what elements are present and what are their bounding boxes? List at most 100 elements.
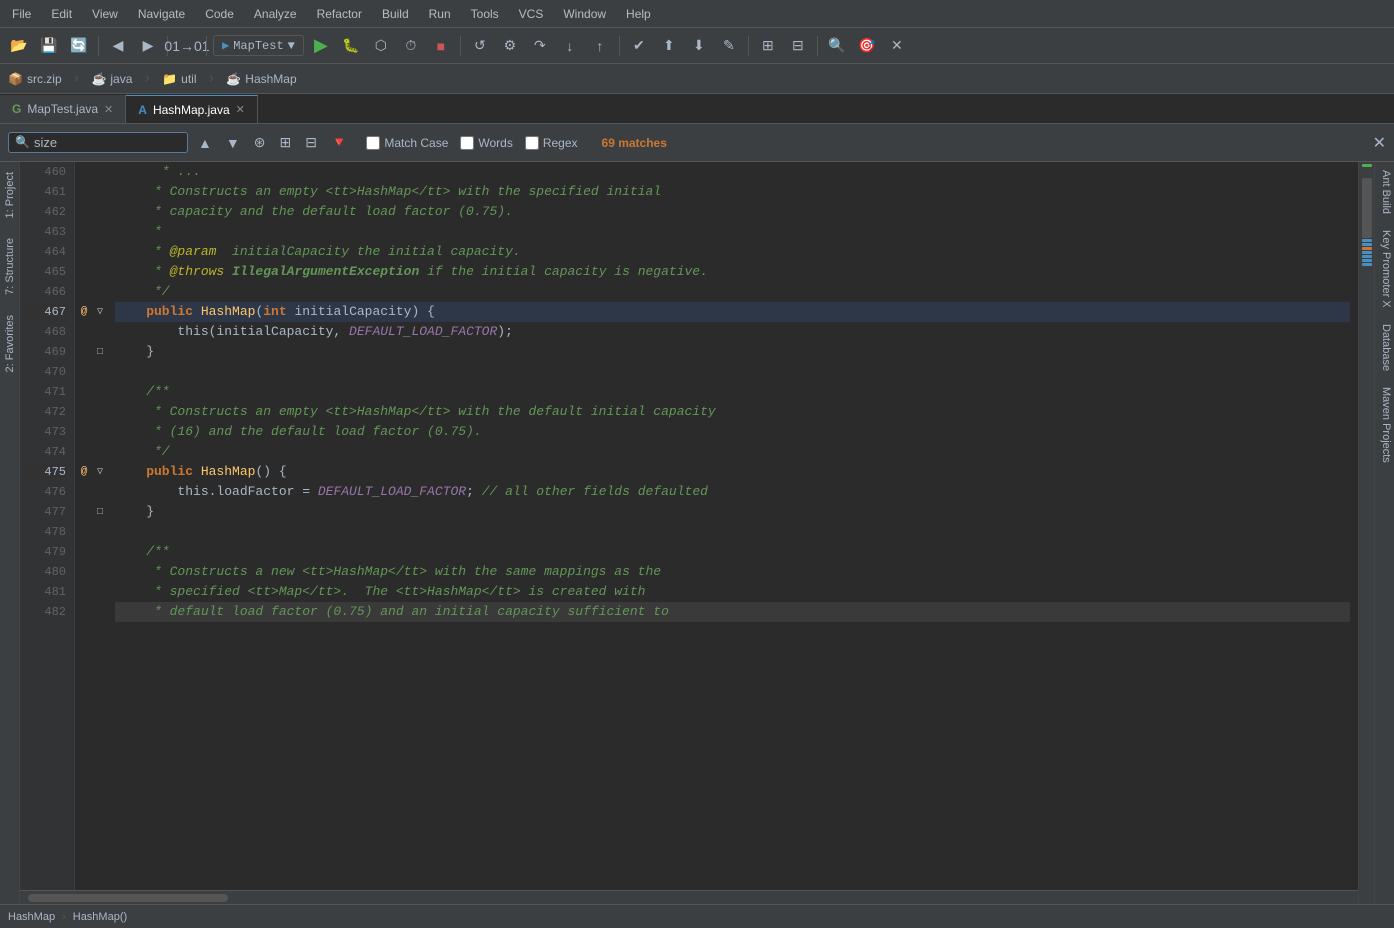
tab-hashmap-icon: A <box>138 103 147 117</box>
menu-item-analyze[interactable]: Analyze <box>250 5 301 23</box>
bottom-hashmap-method[interactable]: HashMap() <box>73 911 127 923</box>
rerun-button[interactable]: ↺ <box>467 33 493 59</box>
step-into-button[interactable]: ↓ <box>557 33 583 59</box>
menu-item-build[interactable]: Build <box>378 5 413 23</box>
open-button[interactable]: 📂 <box>6 33 32 59</box>
menu-item-view[interactable]: View <box>88 5 122 23</box>
back-button[interactable]: ◀ <box>105 33 131 59</box>
step-over-button[interactable]: ↷ <box>527 33 553 59</box>
code-468-factor: DEFAULT_LOAD_FACTOR <box>349 322 497 342</box>
breadcrumb-util[interactable]: 📁 util <box>162 72 196 86</box>
fold-466 <box>93 282 107 302</box>
menu-item-edit[interactable]: Edit <box>47 5 76 23</box>
hierarchy-button[interactable]: ⊟ <box>785 33 811 59</box>
filter-button[interactable]: 🔻 <box>327 132 352 153</box>
menu-item-code[interactable]: Code <box>201 5 238 23</box>
match-case-checkbox[interactable] <box>366 136 380 150</box>
fold-471 <box>93 382 107 402</box>
build-counter-button[interactable]: 01→01 <box>174 33 200 59</box>
run-button[interactable]: ▶ <box>308 33 334 59</box>
tab-maptest-close[interactable]: ✕ <box>104 103 113 116</box>
breadcrumb-arrow-2: › <box>143 71 151 86</box>
breadcrumb-srczip[interactable]: 📦 src.zip <box>8 72 62 86</box>
words-checkbox[interactable] <box>460 136 474 150</box>
sidebar-favorites-label[interactable]: 2: Favorites <box>2 305 18 382</box>
line-num-462: 462 <box>24 202 66 222</box>
run-config-selector[interactable]: ▶ MapTest ▼ <box>213 35 304 56</box>
menu-item-run[interactable]: Run <box>425 5 455 23</box>
vertical-scrollbar[interactable] <box>1358 162 1374 904</box>
menu-bar: File Edit View Navigate Code Analyze Ref… <box>0 0 1394 28</box>
rollback-button[interactable]: ⬇ <box>686 33 712 59</box>
sync-button[interactable]: 🔄 <box>66 33 92 59</box>
sidebar-structure-label[interactable]: 7: Structure <box>2 228 18 305</box>
code-465-exc: IllegalArgumentException <box>232 262 419 282</box>
target-button[interactable]: 🎯 <box>854 33 880 59</box>
code-line-461: * Constructs an empty <tt>HashMap</tt> w… <box>115 182 1350 202</box>
regex-option[interactable]: Regex <box>525 136 578 150</box>
menu-item-window[interactable]: Window <box>559 5 610 23</box>
toggle-button-2[interactable]: ⊟ <box>301 132 321 153</box>
toggle-button-1[interactable]: ⊞ <box>275 132 295 153</box>
find-all-button[interactable]: ⊛ <box>250 132 270 153</box>
right-panel-maven[interactable]: Maven Projects <box>1375 379 1394 471</box>
scrollbar-thumb-h[interactable] <box>28 894 228 902</box>
fold-480 <box>93 562 107 582</box>
code-line-472: * Constructs an empty <tt>HashMap</tt> w… <box>115 402 1350 422</box>
close-all-button[interactable]: ✕ <box>884 33 910 59</box>
menu-item-tools[interactable]: Tools <box>467 5 503 23</box>
regex-checkbox[interactable] <box>525 136 539 150</box>
search-input[interactable] <box>34 135 154 150</box>
fold-475: ▽ <box>93 462 107 482</box>
forward-button[interactable]: ▶ <box>135 33 161 59</box>
code-476-factor: DEFAULT_LOAD_FACTOR <box>318 482 466 502</box>
bottom-breadcrumb: HashMap › HashMap() <box>8 911 127 923</box>
debug-button[interactable]: 🐛 <box>338 33 364 59</box>
right-panel-ant[interactable]: Ant Build <box>1375 162 1394 222</box>
stop-button[interactable]: ■ <box>428 33 454 59</box>
breadcrumb-hashmap[interactable]: ☕ HashMap <box>226 72 296 86</box>
breadcrumb-java[interactable]: ☕ java <box>91 72 132 86</box>
code-lines[interactable]: * ... * Constructs an empty <tt>HashMap<… <box>107 162 1358 890</box>
bottom-hashmap-class[interactable]: HashMap <box>8 911 55 923</box>
words-option[interactable]: Words <box>460 136 512 150</box>
horizontal-scrollbar[interactable] <box>20 890 1358 904</box>
profile-button[interactable]: ⏱ <box>398 33 424 59</box>
annotate-button[interactable]: ✎ <box>716 33 742 59</box>
right-panel-key[interactable]: Key Promoter X <box>1375 222 1394 316</box>
line-num-461: 461 <box>24 182 66 202</box>
match-case-option[interactable]: Match Case <box>366 136 448 150</box>
evaluate-button[interactable]: ⚙ <box>497 33 523 59</box>
scroll-marker-blue-6 <box>1362 263 1372 266</box>
browse-button[interactable]: 🔍 <box>824 33 850 59</box>
tab-hashmap[interactable]: A HashMap.java ✕ <box>126 95 258 123</box>
step-out-button[interactable]: ↑ <box>587 33 613 59</box>
tab-maptest[interactable]: G MapTest.java ✕ <box>0 95 126 123</box>
tab-hashmap-close[interactable]: ✕ <box>236 103 245 116</box>
structure-button[interactable]: ⊞ <box>755 33 781 59</box>
menu-item-vcs[interactable]: VCS <box>515 5 548 23</box>
menu-item-navigate[interactable]: Navigate <box>134 5 189 23</box>
code-container[interactable]: 460 461 462 463 464 465 466 467 468 469 … <box>20 162 1358 890</box>
line-num-473: 473 <box>24 422 66 442</box>
right-panel: Ant Build Key Promoter X Database Maven … <box>1374 162 1394 904</box>
code-477-text: } <box>115 502 154 522</box>
menu-item-help[interactable]: Help <box>622 5 655 23</box>
next-match-button[interactable]: ▼ <box>222 133 244 153</box>
right-panel-database[interactable]: Database <box>1375 316 1394 379</box>
menu-item-refactor[interactable]: Refactor <box>313 5 366 23</box>
search-close-button[interactable]: ✕ <box>1373 133 1386 153</box>
editor-tabs: G MapTest.java ✕ A HashMap.java ✕ <box>0 94 1394 124</box>
save-button[interactable]: 💾 <box>36 33 62 59</box>
code-464-b: initialCapacity the initial capacity. <box>216 242 520 262</box>
sidebar-project-label[interactable]: 1: Project <box>2 162 18 228</box>
coverage-button[interactable]: ⬡ <box>368 33 394 59</box>
menu-item-file[interactable]: File <box>8 5 35 23</box>
words-label: Words <box>478 136 512 150</box>
commit-button[interactable]: ✔ <box>626 33 652 59</box>
prev-match-button[interactable]: ▲ <box>194 133 216 153</box>
gutter-463 <box>75 222 93 242</box>
update-button[interactable]: ⬆ <box>656 33 682 59</box>
scroll-thumb[interactable] <box>1362 178 1372 238</box>
code-467-rest: initialCapacity) { <box>287 302 435 322</box>
